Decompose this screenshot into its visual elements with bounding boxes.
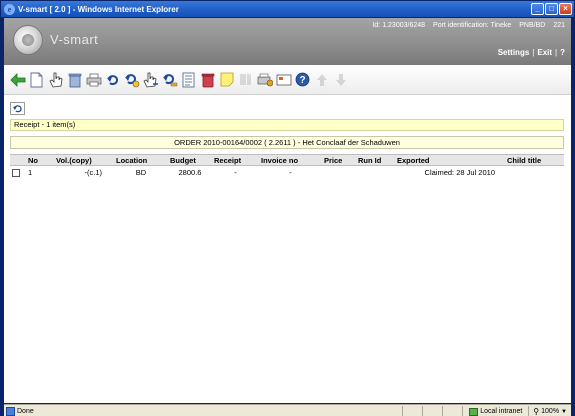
cell-price: [322, 166, 356, 180]
session-info: Id: 1.23003/6248 Port identification: Ti…: [372, 22, 565, 29]
header-links: Settings | Exit | ?: [498, 48, 565, 57]
window-titlebar: e V-smart [ 2.0 ] - Windows Internet Exp…: [1, 1, 574, 17]
cell-invoice: -: [289, 168, 292, 178]
cell-child-title: [505, 166, 564, 180]
column-header-vol[interactable]: Vol.(copy): [54, 154, 114, 166]
receipt-return-icon[interactable]: [123, 71, 140, 88]
ie-icon: e: [4, 3, 15, 15]
session-id: Id: 1.23003/6248: [372, 22, 426, 29]
exit-link[interactable]: Exit: [537, 48, 552, 57]
browser-statusbar: Done Local intranet ⚲ 100% ▼: [4, 404, 571, 416]
undo-arrow-icon[interactable]: [104, 71, 121, 88]
print-icon[interactable]: [85, 71, 102, 88]
svg-text:?: ?: [299, 75, 305, 86]
cell-run-id: [356, 166, 395, 180]
vsmart-logo-icon: [13, 25, 43, 55]
column-header-invoice[interactable]: Invoice no: [259, 154, 322, 166]
list-icon[interactable]: [180, 71, 197, 88]
maximize-button[interactable]: □: [545, 3, 558, 15]
browser-window: e V-smart [ 2.0 ] - Windows Internet Exp…: [0, 0, 575, 416]
back-arrow-icon[interactable]: [9, 71, 26, 88]
code: 221: [553, 22, 565, 29]
port-identification: Port identification: Tineke: [433, 22, 512, 29]
column-header-receipt[interactable]: Receipt: [212, 154, 259, 166]
arrow-down-icon[interactable]: [332, 71, 349, 88]
main-toolbar: ?: [4, 65, 571, 95]
barcode-icon[interactable]: [237, 71, 254, 88]
column-header-location[interactable]: Location: [114, 154, 168, 166]
new-document-icon[interactable]: [28, 71, 45, 88]
link-separator: |: [532, 48, 535, 57]
browser-content: V-smart Id: 1.23003/6248 Port identifica…: [4, 18, 571, 416]
hand-select-icon[interactable]: [47, 71, 64, 88]
security-zone[interactable]: Local intranet: [462, 405, 528, 416]
column-header-exported[interactable]: Exported: [395, 154, 505, 166]
delete-icon[interactable]: [66, 71, 83, 88]
link-separator: |: [555, 48, 558, 57]
hand-receipt-icon[interactable]: [142, 71, 159, 88]
window-title: V-smart [ 2.0 ] - Windows Internet Explo…: [18, 4, 179, 14]
refresh-button[interactable]: [10, 102, 25, 115]
select-column-header: [10, 154, 26, 166]
zone-label: Local intranet: [480, 408, 523, 415]
order-title-bar: ORDER 2010-00164/0002 ( 2.2611 ) - Het C…: [10, 136, 564, 149]
help-link[interactable]: ?: [560, 48, 565, 57]
arrow-up-icon[interactable]: [313, 71, 330, 88]
brand-name: V-smart: [50, 32, 99, 47]
column-header-no[interactable]: No: [26, 154, 54, 166]
column-header-child-title[interactable]: Child title: [505, 154, 564, 166]
settings-link[interactable]: Settings: [498, 48, 530, 57]
page-done-icon: [6, 407, 15, 416]
note-icon[interactable]: [218, 71, 235, 88]
minimize-button[interactable]: _: [531, 3, 544, 15]
cell-exported: Claimed: 28 Jul 2010: [424, 168, 495, 178]
close-button[interactable]: ×: [559, 3, 572, 15]
help-icon[interactable]: ?: [294, 71, 311, 88]
cell-vol: -(c.1): [84, 168, 103, 178]
zoom-magnifier-icon: ⚲: [533, 407, 540, 416]
status-text: Done: [17, 408, 34, 415]
location-code: PNB/BD: [519, 22, 546, 29]
message-icon[interactable]: [275, 71, 292, 88]
column-header-price[interactable]: Price: [322, 154, 356, 166]
cell-budget: 2800.6: [178, 168, 202, 178]
status-cell: [442, 405, 462, 416]
column-header-run-id[interactable]: Run Id: [356, 154, 395, 166]
row-checkbox[interactable]: [12, 169, 20, 178]
cell-location: BD: [135, 168, 147, 178]
undo-small-icon: [13, 105, 22, 113]
row-select-cell: [10, 166, 26, 180]
key-return-icon[interactable]: [161, 71, 178, 88]
cell-receipt: -: [234, 168, 237, 178]
printer-settings-icon[interactable]: [256, 71, 273, 88]
trash-icon[interactable]: [199, 71, 216, 88]
table-header-row: No Vol.(copy) Location Budget Receipt In…: [10, 154, 564, 166]
intranet-globe-icon: [469, 407, 479, 416]
zoom-level: 100%: [541, 408, 560, 415]
table-row[interactable]: 1 -(c.1) BD 2800.6 - - Claimed: 28 Jul 2…: [10, 166, 564, 180]
column-header-budget[interactable]: Budget: [168, 154, 212, 166]
status-cell: [422, 405, 442, 416]
status-cell: [402, 405, 422, 416]
receipt-table: No Vol.(copy) Location Budget Receipt In…: [10, 154, 564, 180]
receipt-count-bar: Receipt - 1 item(s): [10, 119, 564, 131]
app-header: V-smart Id: 1.23003/6248 Port identifica…: [4, 18, 571, 65]
zoom-control[interactable]: ⚲ 100% ▼: [528, 405, 571, 416]
cell-no: 1: [28, 168, 33, 178]
chevron-down-icon: ▼: [561, 408, 567, 415]
